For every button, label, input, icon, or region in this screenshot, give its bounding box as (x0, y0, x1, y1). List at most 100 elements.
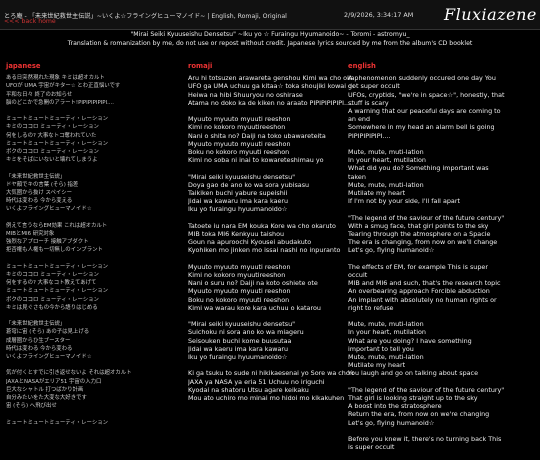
english-column: english A phenomenon suddenly occured on… (348, 62, 536, 460)
lyric-line: Myuuto myuuto myuuti reeshon (188, 287, 291, 296)
lyric-line: That girl is looking straight up to the … (348, 394, 478, 403)
lyric-line: キミのココロ ミューティ・レーション (6, 272, 99, 279)
lyric-stanza: Mute, mute, muti-lation In your heart, mu… (348, 320, 536, 377)
lyric-line: Boku no kokoro myuuti reeshon (188, 148, 290, 157)
lyric-line: Mute, mute, muti-lation (348, 353, 424, 362)
lyric-stanza: ミュートミュートミューティ・レーション キミのココロ ミューティ・レーション 何をす… (6, 263, 178, 312)
lyric-line: 自分みたいをた大変な大好きです (6, 395, 87, 402)
lyric-line: Iku yo furaingu hyuumanoido☆ (188, 205, 288, 214)
lyric-stanza: 「未来世紀救世主伝説」 蒼穹に宙 (そら) あの子は見上げる 成層圏からひ生ブースタ… (6, 320, 178, 361)
lyric-line: Kimi wa warau kore kara uchuu o katarou (188, 303, 321, 312)
lyric-line: Before you knew it, there's no turning b… (348, 435, 502, 444)
lyric-line: got super occult (348, 82, 400, 91)
lyric-line: The era is changing, from now on we'll c… (348, 238, 498, 247)
lyric-line: Goun na apuroochi Kyousei abudakuto (188, 238, 312, 247)
lyric-stanza: 例えて言うならEM効果 これは超オカルト MIBとMI6 研究対象 強烈なアプローチ… (6, 222, 178, 255)
lyric-line: Let's go, flying humanoid☆ (348, 418, 435, 427)
lyric-line: Kimi no soba ni inai to kowareteshimau y… (188, 156, 324, 165)
song-title-line: "Mirai Seiki Kyuuseishu Densetsu" ~Iku y… (130, 31, 410, 38)
top-bar: とろ庵 - 「未来世紀救世主伝説」~いくよ☆フライングヒューマノイド~ | En… (0, 0, 540, 30)
lyric-stanza: "Mirai seiki kyuuseishu densetsu" Doya ga… (188, 173, 354, 214)
lyric-line: taken (348, 172, 366, 181)
site-logo[interactable]: Fluxiazene (444, 4, 536, 26)
lyric-line: MIBとMI6 研究対象 (6, 231, 55, 238)
lyric-line: Let's go, flying humanoid☆ (348, 246, 435, 255)
lyric-stanza: ある日突然現れた現象 キミは超オカルト UFOが UMA 宇宙がキター☆ とわ正直… (6, 74, 178, 107)
lyric-line: Jidai wa kawaru ima kara kaeru (188, 197, 289, 206)
lyric-line: ミュートミュートミューティ・レーション (6, 419, 108, 426)
back-home-link[interactable]: <<< back home (4, 18, 56, 25)
lyric-line: ミュートミュートミューティ・レーション (6, 140, 108, 147)
lyric-stanza: ミュートミュートミューティ・レーション (6, 419, 178, 427)
lyric-line: 成層圏からひ生ブースター (6, 337, 71, 344)
lyric-line: JAXA ya NASA ya eria 51 Uchuu no iriguch… (188, 377, 325, 386)
lyric-line: Mute, mute, muti-lation (348, 180, 424, 189)
lyric-line: ボクのココロ ミューティ・レーション (6, 296, 99, 303)
lyric-line: 例えて言うならEM効果 これは超オカルト (6, 222, 108, 229)
lyric-line: キミは見ぐさもの今から語りはじめる (6, 304, 98, 311)
lyric-line: キミのココロ ミューティ・レーション (6, 124, 99, 131)
lyric-line: ミュートミュートミューティ・レーション (6, 263, 108, 270)
lyric-line: Kyohiken mo jinken mo issai nashi no inp… (188, 246, 341, 255)
lyric-line: is super occult (348, 443, 395, 452)
lyric-line: キミをそばにいないと壊れてしまうよ (6, 157, 98, 164)
lyric-stanza: "Mirai seiki kyuuseishu densetsu" Suichok… (188, 320, 354, 361)
lyric-line: important to tell you (348, 344, 414, 353)
lyric-line: Somewhere in my head an alarm bell is go… (348, 123, 495, 132)
lyric-line: 「未来世紀救世主伝説」 (6, 321, 66, 328)
lyric-line: In your heart, mutilation (348, 328, 426, 337)
lyric-line: stuff is scary (348, 98, 389, 107)
lyric-stanza: Aru hi totsuzen arawareta genshou Kimi w… (188, 74, 354, 107)
lyric-stanza: 「未来世紀救世主伝説」 ドヤ顔でキの言葉 (そら) 指差 大気圏から抜け スペイシー… (6, 173, 178, 214)
japanese-heading: japanese (6, 62, 41, 70)
lyric-line: Jidai wa kaeru ima kara kawaru (188, 344, 289, 353)
lyric-line: An overbearing approach Forcible abducti… (348, 287, 490, 296)
romaji-heading: romaji (188, 62, 213, 70)
lyric-line: "The legend of the saviour of the future… (348, 385, 505, 394)
lyric-line: Nani o suru no? Daiji na koto oshiete ot… (188, 279, 318, 288)
lyric-line: ミュートミュートミューティ・レーション (6, 288, 108, 295)
japanese-column: japanese ある日突然現れた現象 キミは超オカルト UFOが UMA 宇宙が… (6, 62, 178, 435)
lyric-line: A warning that our peaceful days are com… (348, 107, 501, 116)
lyric-line: A boost into the stratosphere (348, 402, 442, 411)
lyric-line: 気が付くとすでに引き返せないよ それは超オカルト (6, 370, 132, 377)
lyric-line: Aru hi totsuzen arawareta genshou Kimi w… (188, 74, 354, 83)
lyric-line: 拒否権も人権も一切無しのインプラント (6, 247, 103, 254)
lyric-stanza: "The legend of the saviour of the future… (348, 214, 536, 255)
lyric-stanza: The effects of EM, for example This is s… (348, 263, 536, 312)
lyric-line: "Mirai seiki kyuuseishu densetsu" (188, 320, 296, 329)
lyric-stanza: Myuuto myuuto myuuti reeshon Kimi no koko… (188, 263, 354, 312)
datetime-display: 2/9/2026, 3:34:17 AM (344, 11, 414, 19)
lyric-line: Mute, mute, muti-lation (348, 320, 424, 329)
lyric-line: ミュートミュートミューティ・レーション (6, 116, 108, 123)
lyric-line: Myuuto myuuto myuuti reeshon (188, 115, 291, 124)
lyric-line: 脳のどこかで急開のアラート!PIPIPIPIPIPI.... (6, 99, 114, 106)
lyric-line: What are you doing? I have something (348, 336, 472, 345)
lyric-line: an end (348, 115, 371, 124)
lyric-line: ドヤ顔でキの言葉 (そら) 指差 (6, 181, 79, 188)
lyric-stanza: Myuuto myuuto myuuti reeshon Kimi no koko… (188, 115, 354, 164)
lyric-line: Kimi no kokoro myuutireeshon (188, 271, 286, 280)
lyric-line: right to refuse (348, 303, 394, 312)
lyric-line: Tatoete iu nara EM kouka Kore wa cho oka… (188, 221, 336, 230)
lyric-line: 蒼穹に宙 (そら) あの子は見上げる (6, 329, 90, 336)
lyric-line: Mutilate my heart (348, 189, 406, 198)
lyric-stanza: "The legend of the saviour of the future… (348, 386, 536, 427)
lyric-line: occult (348, 271, 368, 280)
lyric-line: UFOs, cryptids, "we're in space☆", hones… (348, 90, 505, 99)
lyric-line: With a smug face, that girl points to th… (348, 221, 489, 230)
lyric-line: Atama no doko ka de kiken no araato PIPI… (188, 98, 353, 107)
lyric-stanza: A phenomenon suddenly occured one day Yo… (348, 74, 536, 140)
lyric-line: MIB toka MI6 Kenkyuu taishou (188, 230, 285, 239)
lyric-line: 巨大なシャトル 打つばかり計画 (6, 386, 84, 393)
lyric-line: Iku yo furaingu hyuumanoido☆ (188, 353, 288, 362)
lyric-line: 強烈なアプローチ 接触アブダクト (6, 239, 89, 246)
lyric-line: In your heart, mutilation (348, 156, 426, 165)
lyric-line: Return the era, from now on we're changi… (348, 410, 490, 419)
lyric-line: Mou ato uchiro mo minai mo hidoi mo kika… (188, 394, 345, 403)
lyric-line: 宙 (そら) へ飛び出せ (6, 403, 57, 410)
lyric-line: If I'm not by your side, I'll fall apart (348, 197, 460, 206)
lyric-line: Heiwa na hibi Shuuryou no oshirase (188, 90, 303, 99)
lyric-line: "Mirai seiki kyuuseishu densetsu" (188, 172, 296, 181)
romaji-column: romaji Aru hi totsuzen arawareta genshou… (188, 62, 354, 410)
